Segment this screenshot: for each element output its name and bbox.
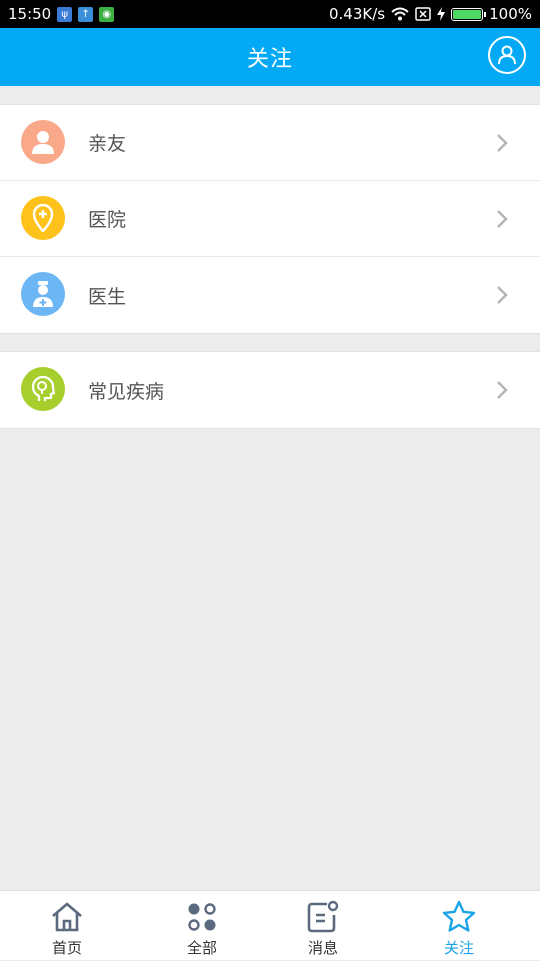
android-icon: ◉ [99,6,115,22]
chevron-right-icon [497,286,508,304]
hospital-location-icon [21,196,65,240]
tab-messages[interactable]: 消息 [273,891,373,961]
tab-label: 全部 [186,939,217,957]
user-icon [498,45,516,65]
tab-label: 关注 [443,939,474,957]
person-icon [21,120,65,164]
tab-label: 首页 [51,939,82,957]
row-label: 医院 [88,209,127,231]
status-time: 15:50 [8,5,52,23]
doctor-icon [21,272,65,316]
tab-home[interactable]: 首页 [17,891,117,961]
tab-all[interactable]: 全部 [152,891,252,961]
tab-label: 消息 [307,939,338,957]
follow-group-2: 常见疾病 [0,351,540,429]
upload-icon: ↑ [78,6,94,22]
chevron-right-icon [497,210,508,228]
row-label: 医生 [88,285,127,308]
profile-button[interactable] [488,36,526,74]
battery-icon [451,7,487,21]
bottom-tab-bar: 首页 全部 消息 关注 [0,890,540,960]
page-title: 关注 [246,47,293,72]
message-icon [307,900,339,933]
row-label: 亲友 [88,133,127,155]
tab-follow[interactable]: 关注 [409,891,509,961]
charging-icon [437,7,446,21]
no-sim-icon [415,7,431,21]
row-common-diseases[interactable]: 常见疾病 [0,352,540,428]
row-hospital[interactable]: 医院 [0,181,540,257]
grid-dots-icon [188,903,216,931]
row-relatives[interactable]: 亲友 [0,105,540,181]
chevron-right-icon [497,134,508,152]
network-speed: 0.43K/s [329,5,386,23]
usb-icon: ψ [57,6,73,22]
follow-group-1: 亲友 医院 医生 [0,104,540,334]
app-header: 关注 [0,28,540,86]
status-bar: 15:50 ψ ↑ ◉ 0.43K/s 100% [0,0,540,28]
row-doctor[interactable]: 医生 [0,257,540,333]
row-label: 常见疾病 [88,380,165,403]
chevron-right-icon [497,381,508,399]
wifi-icon [391,7,409,21]
home-icon [52,902,82,932]
battery-percent: 100% [489,5,532,23]
star-icon [442,900,476,932]
head-brain-icon [21,367,65,411]
